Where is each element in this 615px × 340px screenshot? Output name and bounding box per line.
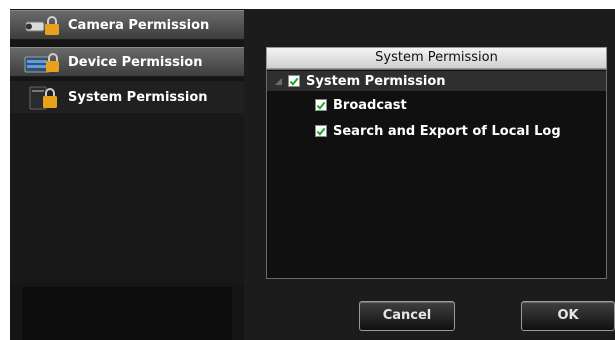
- tree-node-label: Search and Export of Local Log: [333, 123, 561, 139]
- sidebar-item-label: System Permission: [68, 89, 208, 105]
- device-lock-icon: [24, 53, 59, 73]
- checkbox-broadcast[interactable]: [315, 99, 327, 111]
- sidebar-bottom-area: [22, 287, 232, 340]
- tree-node-label: System Permission: [306, 73, 446, 89]
- checkbox-system-permission[interactable]: [288, 75, 300, 87]
- check-icon: [316, 127, 326, 136]
- tree-node-system-permission[interactable]: System Permission: [267, 71, 606, 91]
- cancel-button[interactable]: Cancel: [359, 301, 455, 331]
- sidebar-item-label: Camera Permission: [68, 17, 210, 33]
- permission-dialog: Camera Permission Device Permission Syst…: [10, 9, 615, 340]
- permission-tree: System Permission Broadcast Search and E…: [266, 69, 607, 279]
- tree-node-broadcast[interactable]: Broadcast: [315, 95, 407, 115]
- check-icon: [316, 101, 326, 110]
- sidebar-item-device-permission[interactable]: Device Permission: [10, 47, 244, 77]
- panel-header: System Permission: [266, 47, 607, 69]
- sidebar-item-camera-permission[interactable]: Camera Permission: [10, 10, 244, 40]
- sidebar-item-system-permission[interactable]: System Permission: [10, 81, 244, 113]
- permission-sidebar: Camera Permission Device Permission Syst…: [10, 9, 244, 340]
- system-lock-icon: [29, 86, 57, 110]
- expand-triangle-icon[interactable]: [275, 77, 282, 85]
- tree-node-search-export-log[interactable]: Search and Export of Local Log: [315, 121, 561, 141]
- tree-node-label: Broadcast: [333, 97, 407, 113]
- check-icon: [289, 77, 299, 86]
- ok-button[interactable]: OK: [521, 301, 615, 331]
- permission-content: System Permission System Permission Broa…: [244, 9, 615, 340]
- camera-lock-icon: [25, 16, 59, 35]
- sidebar-empty-area: [10, 113, 244, 283]
- sidebar-item-label: Device Permission: [68, 54, 203, 70]
- checkbox-search-export-log[interactable]: [315, 125, 327, 137]
